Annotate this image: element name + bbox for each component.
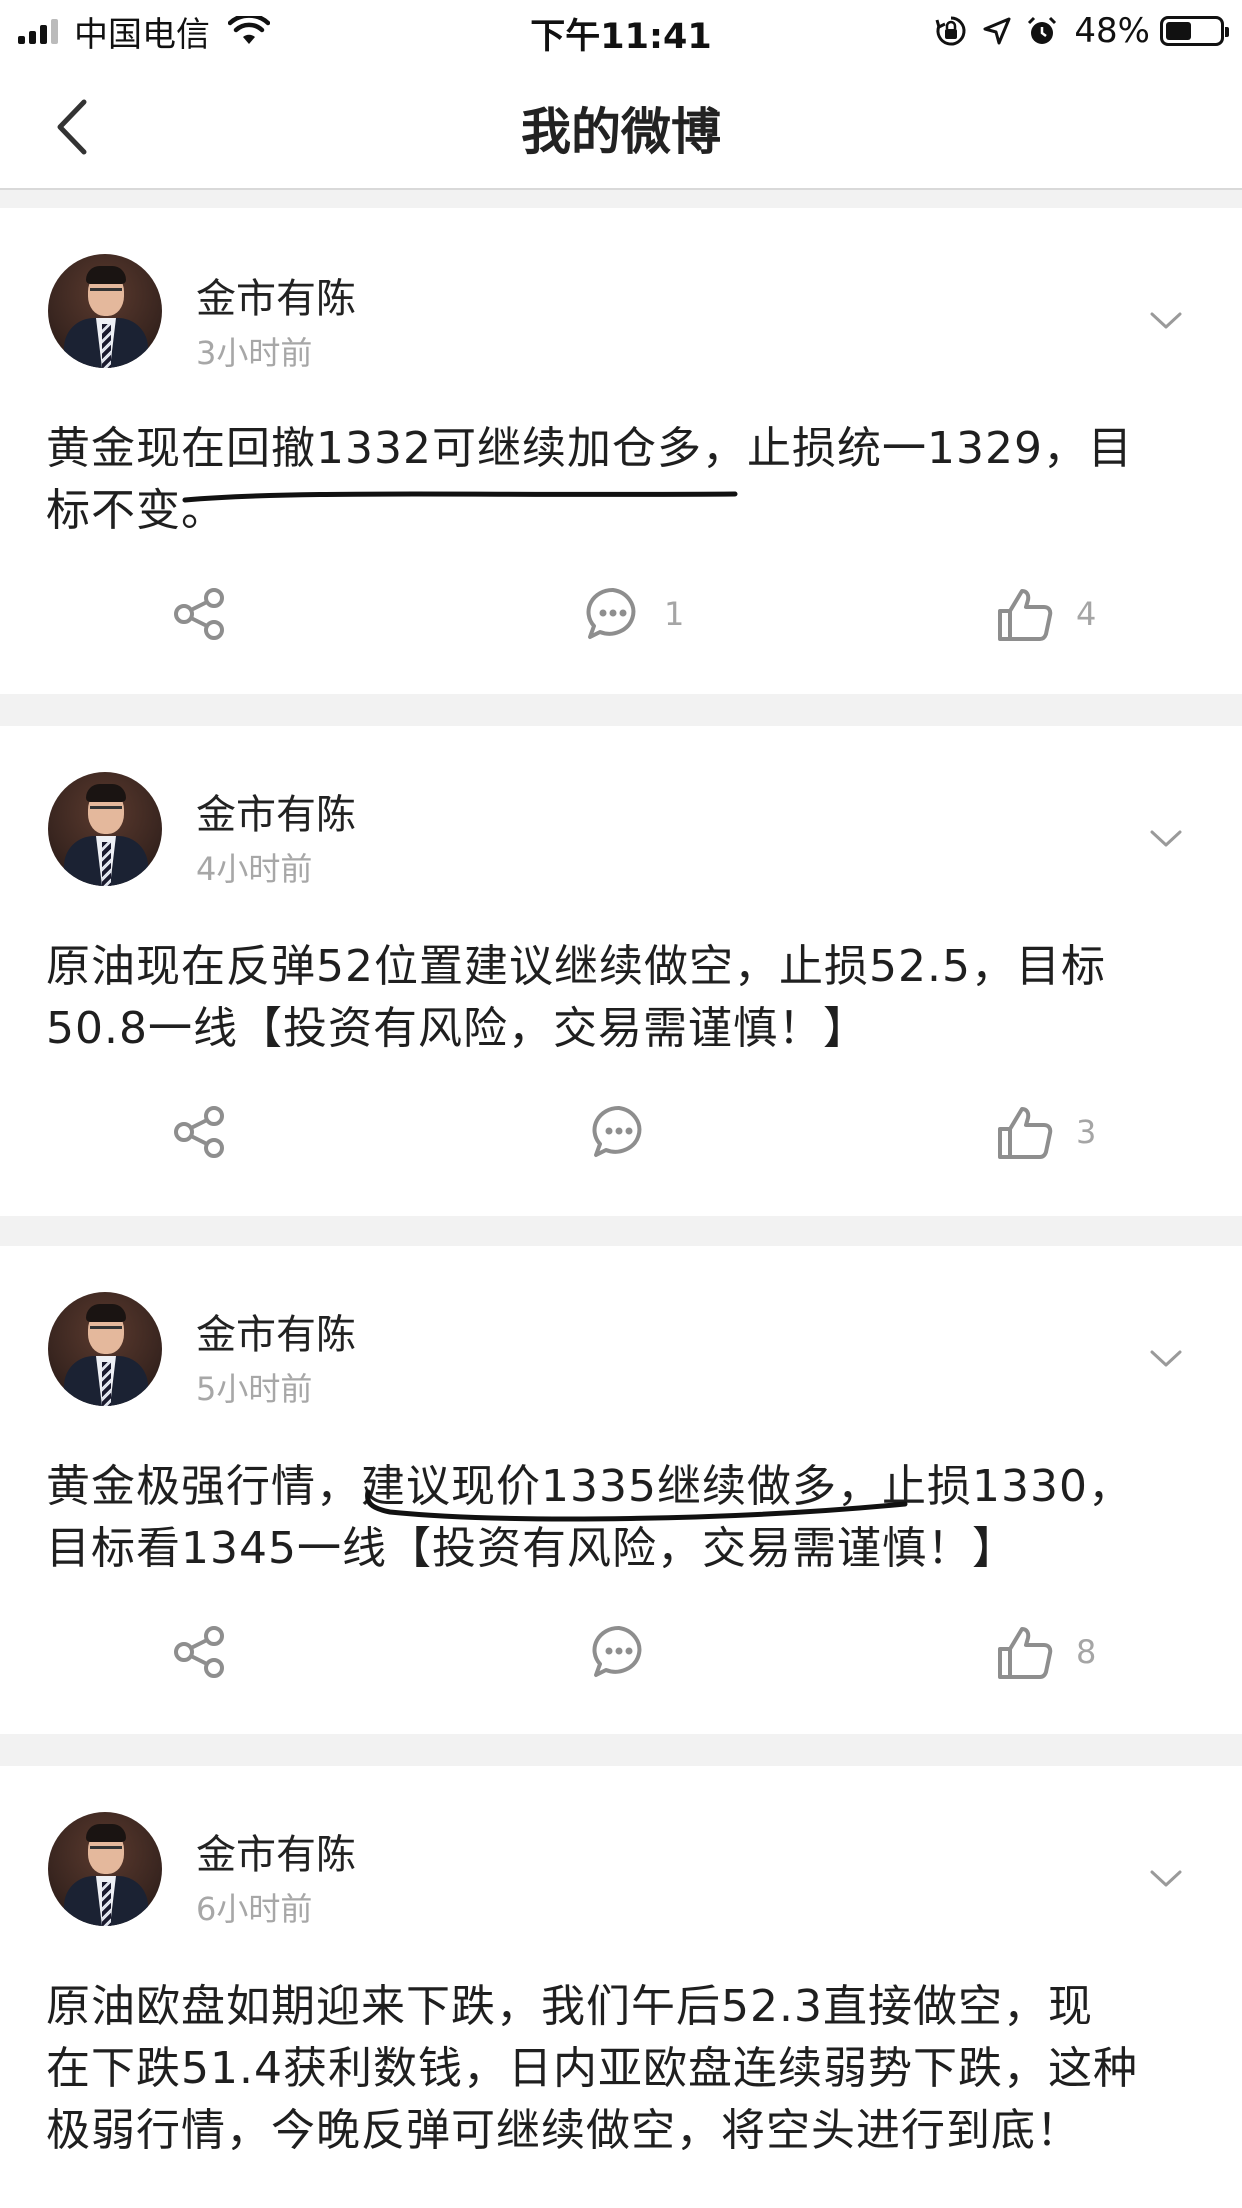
avatar[interactable] <box>48 254 162 368</box>
status-right: 48% <box>920 10 1229 52</box>
like-button[interactable]: 8 <box>996 1612 1096 1692</box>
post-time: 6小时前 <box>196 1890 313 1928</box>
post-card: 金市有陈 5小时前 黄金极强行情，建议现价1335继续做多，止损1330， 目标… <box>0 1246 1242 1734</box>
comment-button[interactable] <box>590 1612 648 1692</box>
comment-count: 1 <box>664 595 685 633</box>
content-line: 黄金现在回撤1332可继续加仓多，止损统一1329，目 <box>46 423 1133 474</box>
share-icon <box>174 588 224 640</box>
post-actions: 3 <box>0 1092 1242 1172</box>
post-actions: 8 <box>0 1612 1242 1692</box>
comment-icon <box>586 587 636 639</box>
like-button[interactable]: 4 <box>996 574 1096 654</box>
author-name[interactable]: 金市有陈 <box>196 266 356 324</box>
content-line: 原油欧盘如期迎来下跌，我们午后52.3直接做空，现 <box>46 1981 1093 2032</box>
post-actions: 1 4 <box>0 574 1242 654</box>
orientation-lock-icon <box>935 16 966 46</box>
chevron-down-icon[interactable] <box>1148 826 1184 850</box>
status-bar: 中国电信 下午11:41 48% <box>0 0 1242 62</box>
comment-button[interactable]: 1 <box>584 574 684 654</box>
content-line: 极弱行情，今晚反弹可继续做空，将空头进行到底！ <box>46 2105 1081 2156</box>
comment-icon <box>592 1625 642 1677</box>
share-icon <box>174 1106 224 1158</box>
like-icon <box>998 589 1053 641</box>
share-button[interactable] <box>170 1092 230 1172</box>
like-count: 8 <box>1076 1633 1097 1671</box>
nav-bar: 我的微博 <box>0 62 1242 190</box>
battery-icon <box>1160 16 1229 46</box>
comment-button[interactable] <box>590 1092 648 1172</box>
battery-percent: 48% <box>1074 11 1150 51</box>
share-button[interactable] <box>170 1612 230 1692</box>
post-time: 5小时前 <box>196 1370 313 1408</box>
like-icon <box>998 1627 1053 1679</box>
content-line: 黄金极强行情，建议现价1335继续做多，止损1330， <box>46 1461 1133 1512</box>
post-content: 原油现在反弹52位置建议继续做空，止损52.5，目标 50.8一线【投资有风险，… <box>46 936 1196 1060</box>
post-card: 金市有陈 4小时前 原油现在反弹52位置建议继续做空，止损52.5，目标 50.… <box>0 726 1242 1216</box>
author-name[interactable]: 金市有陈 <box>196 782 356 840</box>
author-name[interactable]: 金市有陈 <box>196 1822 356 1880</box>
post-content: 黄金极强行情，建议现价1335继续做多，止损1330， 目标看1345一线【投资… <box>46 1456 1196 1580</box>
like-count: 4 <box>1076 595 1097 633</box>
share-button[interactable] <box>170 574 230 654</box>
alarm-icon <box>1028 16 1057 44</box>
content-line: 原油现在反弹52位置建议继续做空，止损52.5，目标 <box>46 941 1106 992</box>
content-line: 在下跌51.4获利数钱，日内亚欧盘连续弱势下跌，这种 <box>46 2043 1138 2094</box>
post-time: 4小时前 <box>196 850 313 888</box>
avatar[interactable] <box>48 1812 162 1926</box>
content-line: 标不变。 <box>46 485 226 536</box>
like-count: 3 <box>1076 1113 1097 1151</box>
post-content: 原油欧盘如期迎来下跌，我们午后52.3直接做空，现 在下跌51.4获利数钱，日内… <box>46 1976 1196 2162</box>
battery-fill <box>1166 22 1191 40</box>
chevron-down-icon[interactable] <box>1148 1866 1184 1890</box>
page: 中国电信 下午11:41 48% 我的微博 金市有陈 3小时前 黄金现在回撤13… <box>0 0 1242 2208</box>
location-icon <box>983 17 1011 45</box>
chevron-down-icon[interactable] <box>1148 1346 1184 1370</box>
chevron-down-icon[interactable] <box>1148 308 1184 332</box>
avatar[interactable] <box>48 1292 162 1406</box>
content-line: 目标看1345一线【投资有风险，交易需谨慎！】 <box>46 1523 1017 1574</box>
post-card: 金市有陈 6小时前 原油欧盘如期迎来下跌，我们午后52.3直接做空，现 在下跌5… <box>0 1766 1242 2208</box>
like-button[interactable]: 3 <box>996 1092 1096 1172</box>
author-name[interactable]: 金市有陈 <box>196 1302 356 1360</box>
post-card: 金市有陈 3小时前 黄金现在回撤1332可继续加仓多，止损统一1329，目 标不… <box>0 208 1242 694</box>
content-line: 50.8一线【投资有风险，交易需谨慎！】 <box>46 1003 868 1054</box>
post-time: 3小时前 <box>196 334 313 372</box>
like-icon <box>998 1107 1053 1159</box>
page-title: 我的微博 <box>521 103 721 161</box>
post-content: 黄金现在回撤1332可继续加仓多，止损统一1329，目 标不变。 <box>46 418 1196 542</box>
comment-icon <box>592 1105 642 1157</box>
share-icon <box>174 1626 224 1678</box>
avatar[interactable] <box>48 772 162 886</box>
